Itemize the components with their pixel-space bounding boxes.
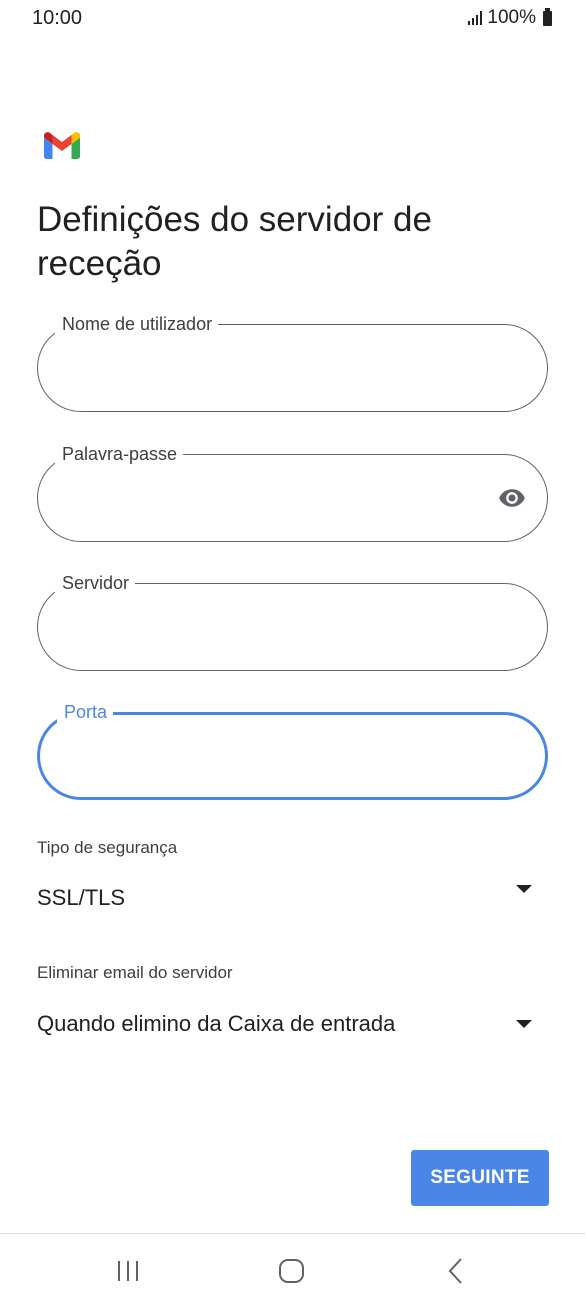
port-input[interactable] (60, 733, 484, 779)
port-field[interactable]: Porta (37, 701, 548, 800)
status-bar: 10:00 100% (0, 0, 585, 40)
recents-icon[interactable] (108, 1254, 148, 1288)
navigation-bar (0, 1234, 585, 1306)
server-field[interactable]: Servidor (37, 572, 548, 671)
battery-percentage: 100% (487, 7, 536, 28)
password-field[interactable]: Palavra-passe (37, 443, 548, 542)
username-field[interactable]: Nome de utilizador (37, 313, 548, 412)
delete-email-label: Eliminar email do servidor (37, 963, 233, 982)
next-button[interactable]: SEGUINTE (411, 1150, 549, 1206)
battery-icon (543, 7, 552, 26)
status-indicators: 100% (468, 7, 552, 29)
security-type-select[interactable]: SSL/TLS (30, 870, 550, 920)
server-input[interactable] (60, 604, 484, 650)
eye-icon[interactable] (495, 484, 529, 512)
security-type-value: SSL/TLS (37, 885, 126, 910)
signal-icon (468, 11, 483, 25)
port-label: Porta (57, 701, 114, 723)
username-label: Nome de utilizador (55, 313, 219, 335)
delete-email-value: Quando elimino da Caixa de entrada (37, 1011, 396, 1036)
security-type-label: Tipo de segurança (37, 838, 178, 857)
dropdown-arrow-icon (516, 1020, 532, 1028)
gmail-logo (44, 132, 80, 159)
status-time: 10:00 (32, 7, 83, 29)
username-input[interactable] (60, 345, 484, 391)
dropdown-arrow-icon (516, 885, 532, 893)
back-icon[interactable] (436, 1254, 476, 1288)
home-icon[interactable] (272, 1254, 312, 1288)
password-label: Palavra-passe (55, 443, 184, 465)
password-input[interactable] (60, 475, 484, 521)
server-label: Servidor (55, 572, 136, 594)
page-title: Definições do servidor de receção (37, 200, 432, 283)
delete-email-select[interactable]: Quando elimino da Caixa de entrada (30, 996, 550, 1046)
